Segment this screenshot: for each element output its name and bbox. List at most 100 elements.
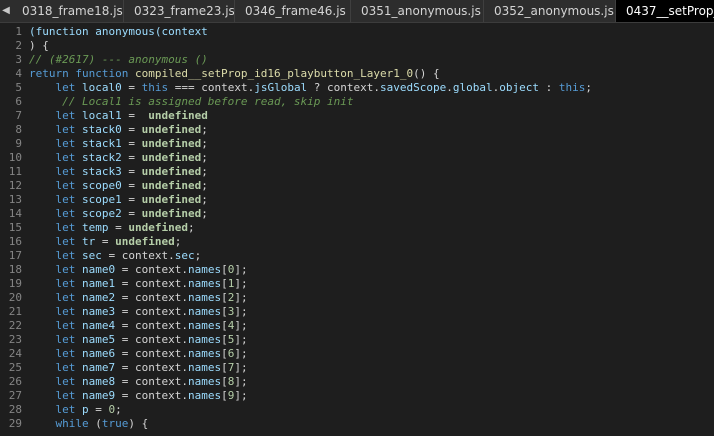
code-token-op: ; [201, 179, 208, 192]
line-number: 20 [8, 291, 22, 304]
code-token-op: [ [221, 347, 228, 360]
code-token-op: = context. [115, 361, 188, 374]
code-token-op: ; [174, 235, 182, 248]
code-token-op: ; [201, 207, 208, 220]
line-number: 16 [8, 235, 22, 248]
code-token-ident: names [187, 347, 222, 360]
line-number: 10 [8, 151, 22, 164]
code-text: let name2 = context.names[2]; [29, 291, 248, 305]
code-line: 28 let p = 0; [0, 403, 714, 417]
line-number: 2 [15, 39, 22, 52]
code-token-ident: sec [81, 249, 102, 262]
code-token-op: = context. [115, 375, 188, 388]
code-line: 19 let name1 = context.names[1]; [0, 277, 714, 291]
code-line: 8 let stack0 = undefined; [0, 123, 714, 137]
code-token-ident: stack2 [81, 151, 122, 164]
code-text: let scope2 = undefined; [29, 207, 208, 221]
code-token-ident: name6 [81, 347, 116, 360]
code-text: let temp = undefined; [29, 221, 195, 235]
code-editor[interactable]: 1 (function anonymous(context 2) {3 // (#26… [0, 23, 714, 436]
code-token-op: ]; [234, 361, 248, 374]
tab-0352-anonymous[interactable]: 0352_anonymous.js [484, 0, 616, 22]
code-token-keyword: let [29, 137, 82, 150]
code-text: let sec = context.sec; [29, 249, 201, 263]
code-line: 15 let temp = undefined; [0, 221, 714, 235]
line-number: 11 [8, 165, 22, 178]
code-token-op: ) { [128, 417, 149, 430]
code-token-value: undefined [141, 179, 202, 192]
code-token-value: undefined [141, 165, 202, 178]
code-token-keyword: let [29, 263, 82, 276]
line-number: 26 [8, 375, 22, 388]
code-text: let p = 0; [29, 403, 121, 417]
tab-0346-frame46[interactable]: 0346_frame46.js [235, 0, 351, 22]
code-token-ident: name5 [81, 333, 116, 346]
tab-0323-frame23[interactable]: 0323_frame23.js [124, 0, 235, 22]
code-token-comment: // (#2617) --- anonymous () [29, 53, 208, 66]
chevron-left-icon[interactable]: ◀ [0, 0, 12, 22]
code-token-op: ( [95, 417, 102, 430]
code-token-op: ; [585, 81, 593, 94]
code-token-ident: object [499, 81, 540, 94]
code-token-ident: name7 [81, 361, 116, 374]
code-token-keyword: let [29, 235, 82, 248]
code-line: 24 let name6 = context.names[6]; [0, 347, 714, 361]
code-token-op: === context. [168, 81, 255, 94]
code-text: let local1 = undefined [29, 109, 208, 123]
code-token-op: ]; [234, 305, 248, 318]
code-token-value: undefined [128, 221, 188, 234]
code-token-op: ; [201, 123, 208, 136]
line-number: 1 [15, 25, 22, 38]
code-token-ident: names [187, 263, 222, 276]
code-token-ident: name9 [81, 389, 116, 402]
code-token-op: = [121, 123, 142, 136]
code-text: let local0 = this === context.jsGlobal ?… [29, 81, 592, 95]
code-token-ident: stack3 [81, 165, 122, 178]
line-number: 15 [8, 221, 22, 234]
code-token-op: = [108, 221, 129, 234]
code-token-keyword: let [29, 361, 82, 374]
code-token-op: ]; [234, 291, 248, 304]
code-token-op: [ [221, 375, 228, 388]
code-text: let stack2 = undefined; [29, 151, 207, 165]
code-token-keyword: let [29, 123, 82, 136]
code-token-ident: sec [174, 249, 195, 262]
code-token-ident: names [187, 277, 222, 290]
code-token-ident: name2 [81, 291, 116, 304]
code-token-ident: name3 [81, 305, 116, 318]
line-number: 19 [8, 277, 22, 290]
code-token-ident: jsGlobal [254, 81, 308, 94]
code-token-keyword: let [29, 81, 82, 94]
code-token-op: = context. [101, 249, 175, 262]
code-token-op: = context. [115, 333, 188, 346]
code-text: let stack0 = undefined; [29, 123, 208, 137]
code-text: let name3 = context.names[3]; [29, 305, 248, 319]
code-token-ident: scope1 [81, 193, 122, 206]
code-token-ident: name8 [81, 375, 116, 388]
code-token-op: [ [221, 277, 228, 290]
code-token-value: undefined [141, 193, 202, 206]
code-line: 26 let name8 = context.names[8]; [0, 375, 714, 389]
code-line: 21 let name3 = context.names[3]; [0, 305, 714, 319]
line-number: 24 [8, 347, 22, 360]
code-token-keyword: let [29, 207, 82, 220]
code-token-ident: names [187, 361, 222, 374]
line-number: 12 [8, 179, 22, 192]
code-text: let name4 = context.names[4]; [29, 319, 248, 333]
code-token-value: undefined [148, 109, 208, 122]
code-token-op: [ [221, 305, 228, 318]
tab-0351-anonymous[interactable]: 0351_anonymous.js [351, 0, 484, 22]
code-token-ident: savedScope [380, 81, 447, 94]
tab-0318-frame18[interactable]: 0318_frame18.js [12, 0, 124, 22]
code-token-op: ]; [234, 319, 248, 332]
code-line: 11 let stack3 = undefined; [0, 165, 714, 179]
code-token-ident: names [187, 333, 222, 346]
line-number: 22 [8, 319, 22, 332]
code-text: ) { [29, 39, 49, 53]
code-token-op: ; [187, 221, 195, 234]
code-text: let name7 = context.names[7]; [29, 361, 248, 375]
line-number: 9 [15, 137, 22, 150]
code-token-keyword: let [29, 277, 82, 290]
tab-0437-setprop-active[interactable]: 0437__setProp_i [616, 0, 714, 22]
code-token-keyword: let [29, 151, 82, 164]
